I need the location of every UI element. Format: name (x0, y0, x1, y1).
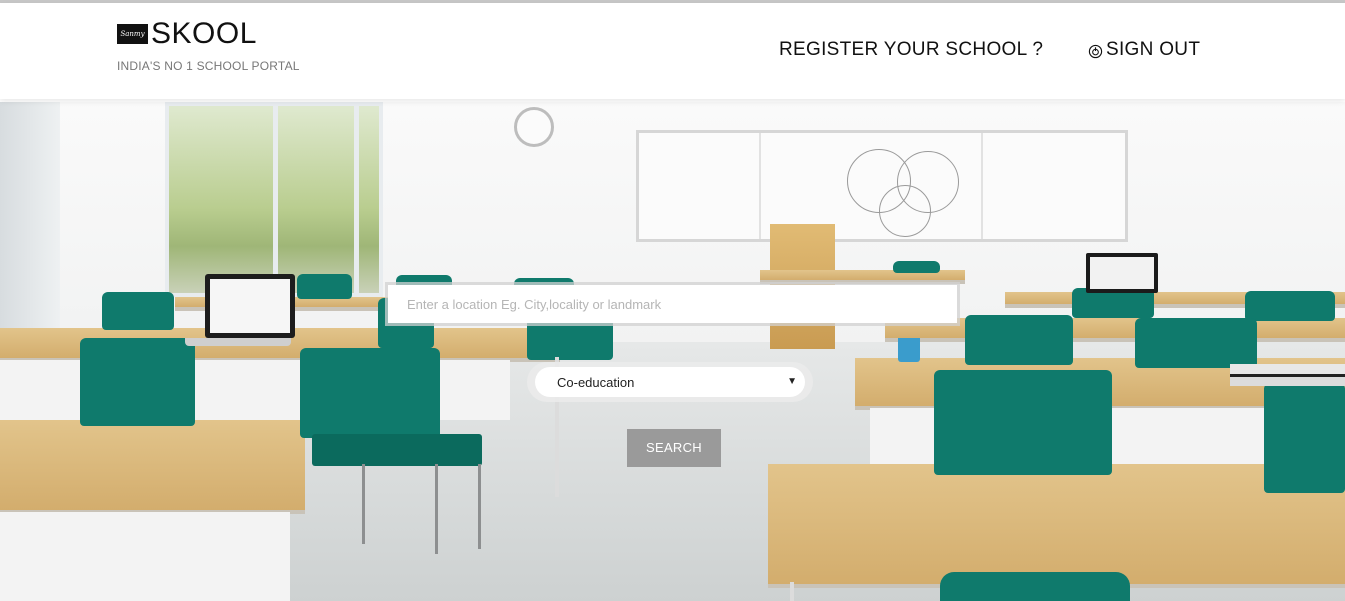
school-type-select[interactable]: Co-education ▼ (535, 367, 805, 397)
window-frame-bar (273, 106, 278, 301)
desk-body (0, 512, 290, 601)
monitor (1086, 253, 1158, 293)
caret-down-icon: ▼ (787, 376, 797, 387)
location-search-input[interactable] (385, 282, 960, 326)
chair-leg (362, 464, 365, 544)
chair (1264, 383, 1345, 493)
school-type-selected-value: Co-education (557, 375, 635, 390)
chair-seat (312, 434, 482, 466)
chair (102, 292, 174, 330)
whiteboard-divider (981, 133, 983, 239)
window-frame-bar (354, 106, 359, 301)
wall-clock (514, 107, 554, 147)
stack-of-books (1230, 364, 1345, 386)
site-header: Sanmy SKOOL INDIA'S NO 1 SCHOOL PORTAL R… (0, 3, 1345, 99)
chair (934, 370, 1112, 475)
chair-leg (435, 464, 438, 554)
laptop (205, 274, 295, 338)
logo-badge: Sanmy (117, 24, 148, 44)
whiteboard (636, 130, 1128, 242)
search-button[interactable]: SEARCH (627, 429, 721, 467)
venn-circle (879, 185, 931, 237)
desk-leg (790, 582, 794, 601)
sign-out-link[interactable]: SIGN OUT (1088, 39, 1200, 61)
chair (940, 572, 1130, 601)
power-icon (1088, 44, 1103, 59)
sign-out-label: SIGN OUT (1106, 39, 1201, 60)
register-school-link[interactable]: REGISTER YOUR SCHOOL ? (779, 39, 1043, 61)
chair (80, 338, 195, 426)
brand-name[interactable]: SKOOL (151, 16, 257, 52)
chair (1245, 291, 1335, 321)
laptop-base (185, 338, 291, 346)
laptop-screen (210, 279, 290, 333)
desk (0, 420, 305, 510)
whiteboard-divider (759, 133, 761, 239)
desk (768, 464, 1345, 584)
school-type-select-wrapper: Co-education ▼ (527, 362, 813, 402)
hero-classroom-banner (0, 102, 1345, 601)
coffee-mug (898, 338, 920, 362)
chair-leg (478, 464, 481, 549)
chair (300, 348, 440, 438)
chair (1135, 318, 1257, 368)
brand-tagline: INDIA'S NO 1 SCHOOL PORTAL (117, 59, 300, 73)
monitor-screen (1090, 257, 1154, 289)
chair (893, 261, 940, 273)
classroom-window (165, 102, 383, 301)
chair (297, 274, 352, 299)
chair (965, 315, 1073, 365)
